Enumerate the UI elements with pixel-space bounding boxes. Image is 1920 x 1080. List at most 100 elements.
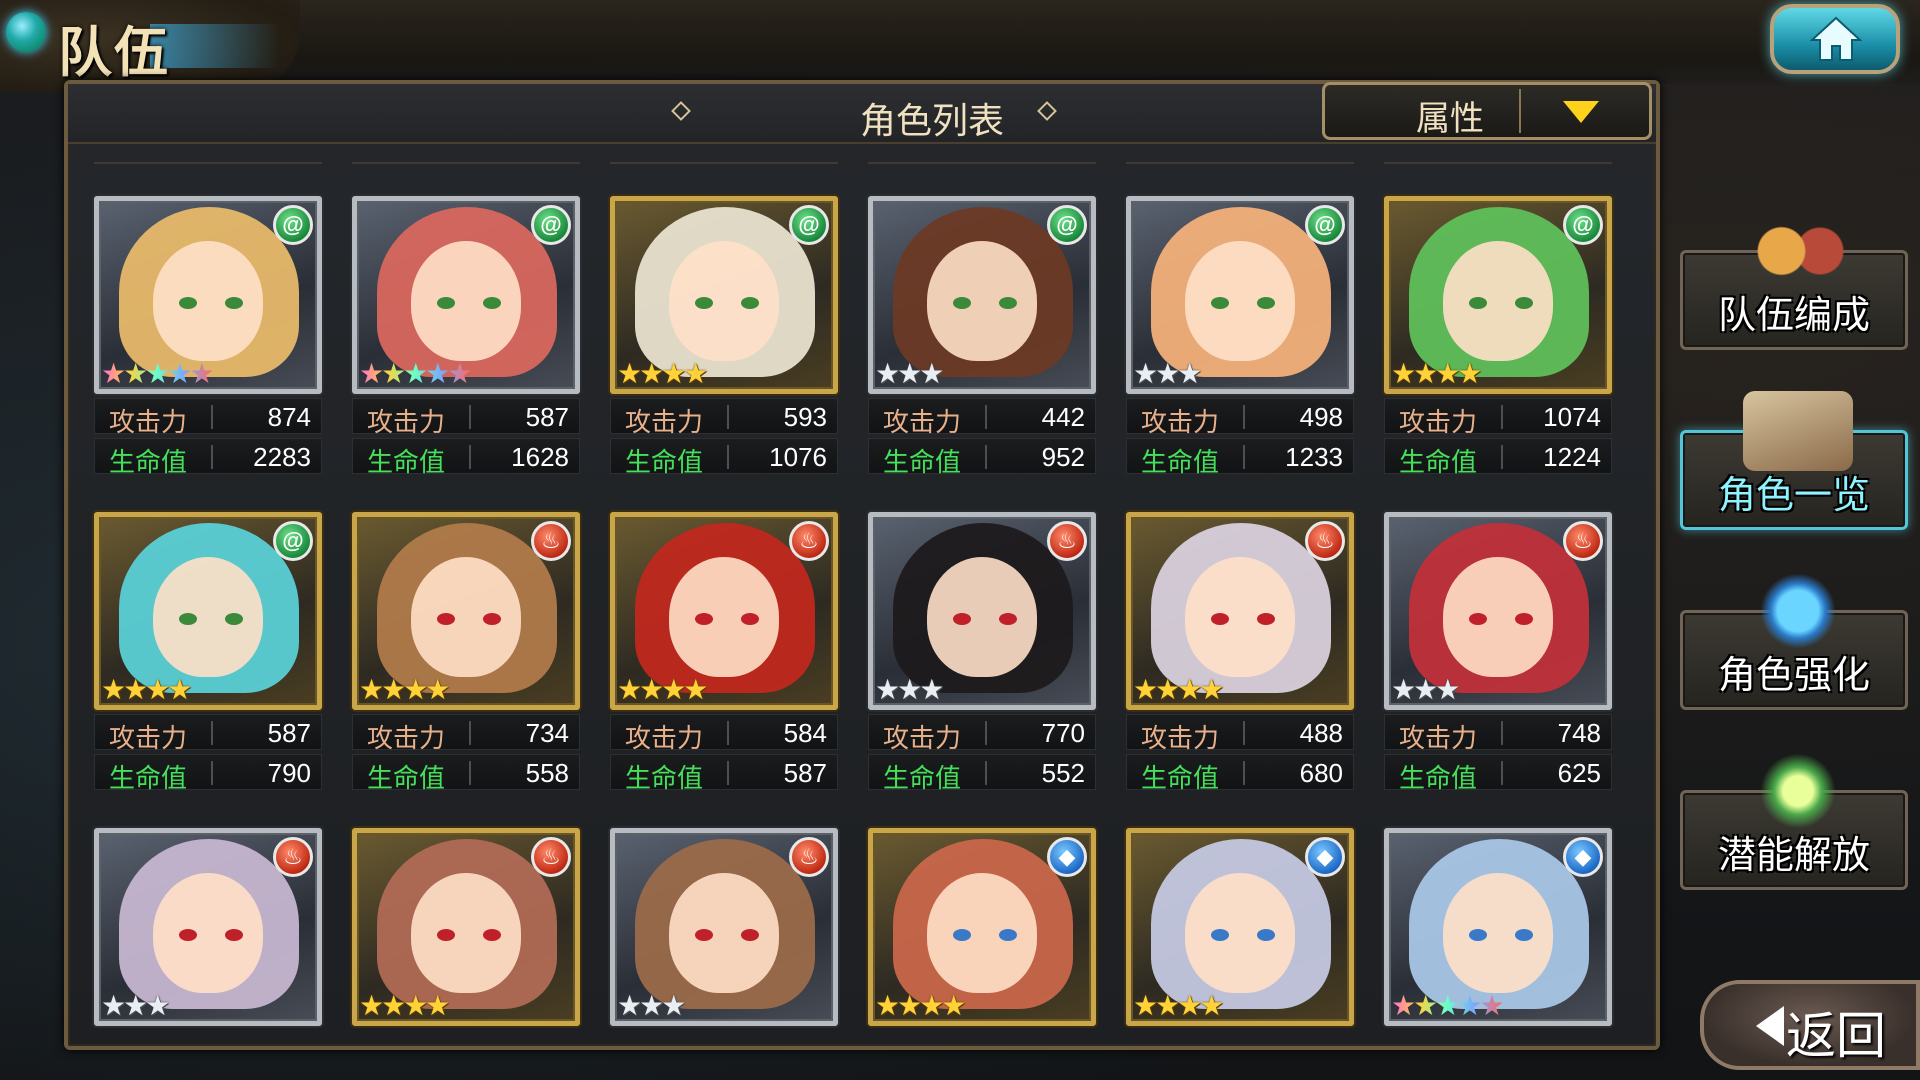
character-eye: [1469, 297, 1487, 309]
page-title: 队伍: [58, 23, 170, 83]
hp-stat: 生命值 552: [868, 754, 1096, 793]
character-face: [411, 557, 521, 677]
attack-stat-label: 攻击力: [1141, 723, 1220, 753]
character-card[interactable]: ♨ ★★★ 攻击力 770 生命值 552: [868, 512, 1096, 793]
row-separator: [868, 162, 1096, 164]
character-eye: [1211, 297, 1229, 309]
team-characters-icon: [1743, 211, 1853, 291]
side-menu-button[interactable]: 潜能解放: [1680, 751, 1908, 890]
character-portrait: @ ★★★★: [610, 196, 838, 394]
row-separator: [352, 162, 580, 164]
hp-stat-value: 1076: [769, 442, 827, 472]
character-face: [1185, 557, 1295, 677]
character-card[interactable]: @ ★★★ 攻击力 498 生命值 1233: [1126, 196, 1354, 477]
character-card[interactable]: ♨ ★★★★ 攻击力 584 生命值 587: [610, 512, 838, 793]
side-menu-button[interactable]: 角色一览: [1680, 391, 1908, 530]
character-eye: [953, 297, 971, 309]
stat-separator: [211, 445, 213, 469]
character-eye: [225, 613, 243, 625]
character-card[interactable]: ♨ ★★★: [610, 828, 838, 1026]
attack-stat-label: 攻击力: [625, 407, 704, 437]
hp-stat-label: 生命值: [1141, 447, 1220, 477]
character-card[interactable]: ♨ ★★★ 攻击力 748 生命值 625: [1384, 512, 1612, 793]
character-card[interactable]: ◆ ★★★★: [868, 828, 1096, 1026]
character-portrait: @ ★★★: [868, 196, 1096, 394]
fire-icon: ♨: [789, 837, 829, 877]
character-card[interactable]: ♨ ★★★: [94, 828, 322, 1026]
hp-stat: 生命值 558: [352, 754, 580, 793]
character-portrait: @ ★★★★: [1384, 196, 1612, 394]
side-menu-label: 角色强化: [1717, 655, 1870, 697]
rarity-stars: ★★★★: [359, 990, 450, 1021]
character-card[interactable]: ◆ ★★★★: [1126, 828, 1354, 1026]
attack-stat: 攻击力 874: [94, 398, 322, 437]
character-eye: [483, 929, 501, 941]
character-face: [927, 557, 1037, 677]
stat-separator: [469, 405, 471, 429]
character-eye: [179, 613, 197, 625]
rarity-stars: ★★★: [875, 674, 944, 705]
character-eye: [999, 929, 1017, 941]
character-eye: [437, 613, 455, 625]
back-button[interactable]: 返回: [1700, 980, 1920, 1070]
character-portrait: ♨ ★★★★: [1126, 512, 1354, 710]
panel-header: 角色列表 属性: [68, 82, 1656, 144]
character-card[interactable]: ♨ ★★★★ 攻击力 734 生命值 558: [352, 512, 580, 793]
attack-stat: 攻击力 593: [610, 398, 838, 437]
attack-stat-value: 1074: [1543, 402, 1601, 432]
attack-stat-label: 攻击力: [109, 407, 188, 437]
rarity-stars: ★★★★: [359, 674, 450, 705]
character-card[interactable]: @ ★★★★★ 攻击力 874 生命值 2283: [94, 196, 322, 477]
side-menu-label: 队伍编成: [1717, 295, 1870, 337]
character-card[interactable]: @ ★★★★ 攻击力 593 生命值 1076: [610, 196, 838, 477]
character-eye: [1515, 613, 1533, 625]
hp-stat-label: 生命值: [883, 447, 962, 477]
hp-stat: 生命值 790: [94, 754, 322, 793]
character-card[interactable]: @ ★★★★ 攻击力 1074 生命值 1224: [1384, 196, 1612, 477]
attack-stat-label: 攻击力: [367, 723, 446, 753]
row-separator: [1384, 162, 1612, 164]
diamond-ornament-left-icon: [671, 101, 691, 121]
rarity-stars: ★★★★: [875, 990, 966, 1021]
attack-stat-value: 770: [1041, 718, 1085, 748]
character-card[interactable]: ♨ ★★★★: [352, 828, 580, 1026]
fire-icon: ♨: [1305, 521, 1345, 561]
character-portrait: @ ★★★★★: [94, 196, 322, 394]
rarity-stars: ★★★★: [617, 674, 708, 705]
hp-stat: 生命值 625: [1384, 754, 1612, 793]
hp-stat: 生命值 680: [1126, 754, 1354, 793]
character-eye: [1515, 297, 1533, 309]
home-button[interactable]: [1770, 4, 1900, 74]
attack-stat: 攻击力 584: [610, 714, 838, 753]
side-menu-button[interactable]: 队伍编成: [1680, 211, 1908, 350]
hp-stat-value: 1628: [511, 442, 569, 472]
character-card[interactable]: ◆ ★★★★★: [1384, 828, 1612, 1026]
wind-icon: @: [789, 205, 829, 245]
attack-stat-label: 攻击力: [1141, 407, 1220, 437]
attack-stat-value: 488: [1299, 718, 1343, 748]
character-card[interactable]: @ ★★★★★ 攻击力 587 生命值 1628: [352, 196, 580, 477]
hp-stat-value: 625: [1557, 758, 1601, 788]
character-card[interactable]: @ ★★★ 攻击力 442 生命值 952: [868, 196, 1096, 477]
attribute-filter-dropdown[interactable]: 属性: [1322, 82, 1652, 140]
rarity-stars: ★★★: [1133, 358, 1202, 389]
attack-stat-label: 攻击力: [625, 723, 704, 753]
wind-icon: @: [1563, 205, 1603, 245]
character-face: [669, 241, 779, 361]
character-eye: [1211, 613, 1229, 625]
character-portrait: @ ★★★★★: [352, 196, 580, 394]
character-eye: [953, 613, 971, 625]
stat-separator: [1243, 761, 1245, 785]
character-eye: [999, 297, 1017, 309]
character-portrait: ♨ ★★★: [868, 512, 1096, 710]
attack-stat-value: 593: [783, 402, 827, 432]
character-face: [1443, 873, 1553, 993]
character-card[interactable]: @ ★★★★ 攻击力 587 生命值 790: [94, 512, 322, 793]
side-menu-button[interactable]: 角色强化: [1680, 571, 1908, 710]
attack-stat-value: 498: [1299, 402, 1343, 432]
stat-separator: [1501, 761, 1503, 785]
character-card[interactable]: ♨ ★★★★ 攻击力 488 生命值 680: [1126, 512, 1354, 793]
character-face: [927, 241, 1037, 361]
rarity-stars: ★★★★: [101, 674, 192, 705]
hp-stat-label: 生命值: [1399, 447, 1478, 477]
